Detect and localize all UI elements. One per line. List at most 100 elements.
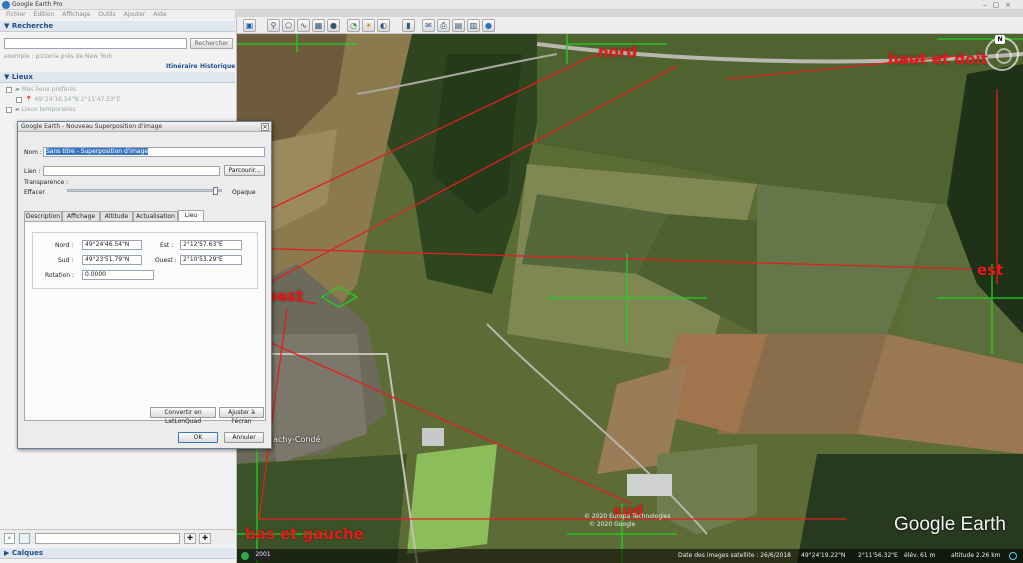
earth-view-icon[interactable]: ● — [482, 19, 495, 32]
browse-button[interactable]: Parcourir... — [224, 165, 265, 176]
search-example-text: exemple : pizzeria près de New York — [4, 53, 113, 60]
annotation-bas-gauche: bas et gauche — [245, 525, 364, 543]
latitude: 49°24'19.22"N — [801, 552, 846, 559]
panel-icon[interactable] — [19, 533, 30, 544]
opaque-label: Opaque — [232, 189, 256, 196]
history-link[interactable]: Historique — [200, 63, 235, 70]
transparency-label: Transparence : — [24, 179, 69, 186]
north-label: Nord : — [55, 242, 74, 249]
places-section-header[interactable]: ▼ Lieux — [0, 72, 235, 83]
ruler-icon[interactable]: ▮ — [402, 19, 415, 32]
menu-edition[interactable]: Édition — [34, 11, 55, 18]
east-input[interactable]: 2°12'57.63"E — [180, 240, 242, 250]
folder-icon: ▰ — [15, 106, 20, 113]
menu-bar: Fichier Édition Affichage Outils Ajouter… — [0, 10, 235, 19]
search-button[interactable]: Rechercher — [190, 38, 233, 49]
south-label: Sud : — [58, 257, 74, 264]
search-icon[interactable]: ⌕ — [4, 533, 15, 544]
copyright-text: © 2020 Europa Technologies — [584, 513, 671, 520]
coordinates-group: Nord : 49°24'46.54"N Est : 2°12'57.63"E … — [32, 232, 258, 289]
south-input[interactable]: 49°23'51.79"N — [82, 255, 142, 265]
satellite-imagery — [237, 34, 1023, 563]
search-header-label: Recherche — [11, 22, 54, 30]
toolbar: ▣ ⚲ ⬠ ∿ ▦ ● ◔ ☀ ◐ ▮ ✉ ⎙ ▤ ▥ ● — [237, 17, 1023, 34]
annotation-nord: nord — [598, 43, 638, 61]
north-input[interactable]: 49°24'46.54"N — [82, 240, 142, 250]
window-controls[interactable]: –▢× — [983, 0, 1017, 10]
fit-to-screen-button[interactable]: Ajuster à l'écran — [219, 407, 264, 425]
left-bottom-toolbar: ⌕ ✚ ✚ — [0, 529, 235, 545]
west-input[interactable]: 2°10'53.29"E — [180, 255, 242, 265]
planets-icon[interactable]: ◐ — [377, 19, 390, 32]
location-tab-panel: Nord : 49°24'46.54"N Est : 2°12'57.63"E … — [24, 221, 266, 425]
sunlight-icon[interactable]: ☀ — [362, 19, 375, 32]
email-icon[interactable]: ✉ — [422, 19, 435, 32]
eye-altitude: altitude 2.26 km — [951, 552, 1001, 559]
historical-year-badge[interactable]: 2001 — [253, 550, 273, 560]
historical-imagery-icon[interactable]: ◔ — [347, 19, 360, 32]
rotation-input[interactable]: 0.0000 — [82, 270, 154, 280]
google-earth-icon — [2, 1, 10, 9]
google-earth-logo: Google Earth — [894, 514, 1006, 535]
tree-item-my-places[interactable]: ▰ Mes lieux préférés — [6, 86, 77, 93]
east-label: Est : — [160, 242, 174, 249]
layers-header-label: Calques — [11, 549, 43, 557]
tree-item-placemark[interactable]: 📍 49°24'16.54"N 2°11'47.53"E — [16, 96, 121, 103]
tree-item-label: Mes lieux préférés — [21, 86, 77, 93]
transparency-slider[interactable] — [67, 189, 222, 192]
menu-affichage[interactable]: Affichage — [62, 11, 90, 18]
image-overlay-dialog: Google Earth - Nouveau Superposition d'i… — [17, 121, 272, 449]
menu-ajouter[interactable]: Ajouter — [124, 11, 146, 18]
name-value: Sans titre - Superposition d'image — [46, 148, 149, 155]
record-tour-icon[interactable]: ● — [327, 19, 340, 32]
imagery-date: Date des images satellite : 26/6/2018 — [678, 552, 791, 559]
north-indicator[interactable]: N — [995, 35, 1005, 44]
tour-guide-icon[interactable] — [241, 552, 249, 560]
image-overlay-icon[interactable]: ▦ — [312, 19, 325, 32]
path-icon[interactable]: ∿ — [297, 19, 310, 32]
west-label: Ouest : — [155, 257, 177, 264]
streaming-icon — [1009, 552, 1017, 560]
maps-icon[interactable]: ▥ — [467, 19, 480, 32]
close-icon[interactable]: × — [261, 123, 269, 131]
rotation-label: Rotation : — [45, 272, 75, 279]
link-label: Lien : — [24, 168, 41, 175]
link-input[interactable] — [43, 166, 220, 176]
ok-button[interactable]: OK — [178, 432, 218, 443]
checkbox[interactable] — [6, 106, 12, 113]
move-up-icon[interactable]: ✚ — [184, 533, 196, 544]
save-image-icon[interactable]: ▤ — [452, 19, 465, 32]
map-place-label: achy-Condé — [273, 435, 321, 444]
dialog-title: Google Earth - Nouveau Superposition d'i… — [18, 122, 271, 132]
polygon-icon[interactable]: ⬠ — [282, 19, 295, 32]
placemark-icon[interactable]: ⚲ — [267, 19, 280, 32]
name-input[interactable]: Sans titre - Superposition d'image — [43, 147, 265, 157]
checkbox[interactable] — [6, 86, 12, 93]
title-bar: Google Earth Pro –▢× — [0, 0, 1023, 10]
print-icon[interactable]: ⎙ — [437, 19, 450, 32]
tree-item-temporary-places[interactable]: ▰ Lieux temporaires — [6, 106, 76, 113]
tree-item-label: 49°24'16.54"N 2°11'47.53"E — [34, 96, 121, 103]
menu-fichier[interactable]: Fichier — [6, 11, 26, 18]
menu-outils[interactable]: Outils — [98, 11, 115, 18]
convert-latlonquad-button[interactable]: Convertir en LatLonQuad — [150, 407, 216, 425]
folder-icon: ▰ — [15, 86, 20, 93]
clear-label: Effacer — [24, 189, 46, 196]
menu-aide[interactable]: Aide — [153, 11, 166, 18]
places-header-label: Lieux — [11, 73, 33, 81]
move-down-icon[interactable]: ✚ — [199, 533, 211, 544]
search-input[interactable] — [4, 38, 187, 49]
layers-section-header[interactable]: ▶ Calques — [0, 548, 235, 559]
longitude: 2°11'56.32"E — [858, 552, 898, 559]
checkbox[interactable] — [16, 96, 22, 103]
tree-item-label: Lieux temporaires — [21, 106, 76, 113]
annotation-est: est — [977, 261, 1004, 279]
cancel-button[interactable]: Annuler — [224, 432, 264, 443]
places-filter-input[interactable] — [35, 533, 180, 544]
transparency-slider-thumb[interactable] — [212, 187, 218, 195]
pushpin-icon: 📍 — [25, 96, 33, 103]
sidebar-toggle-icon[interactable]: ▣ — [243, 19, 256, 32]
map-view[interactable]: N nord haut et doit est ouest sud bas et… — [237, 34, 1023, 563]
directions-link[interactable]: Itinéraire — [166, 63, 198, 70]
search-section-header[interactable]: ▼ Recherche — [0, 21, 235, 32]
